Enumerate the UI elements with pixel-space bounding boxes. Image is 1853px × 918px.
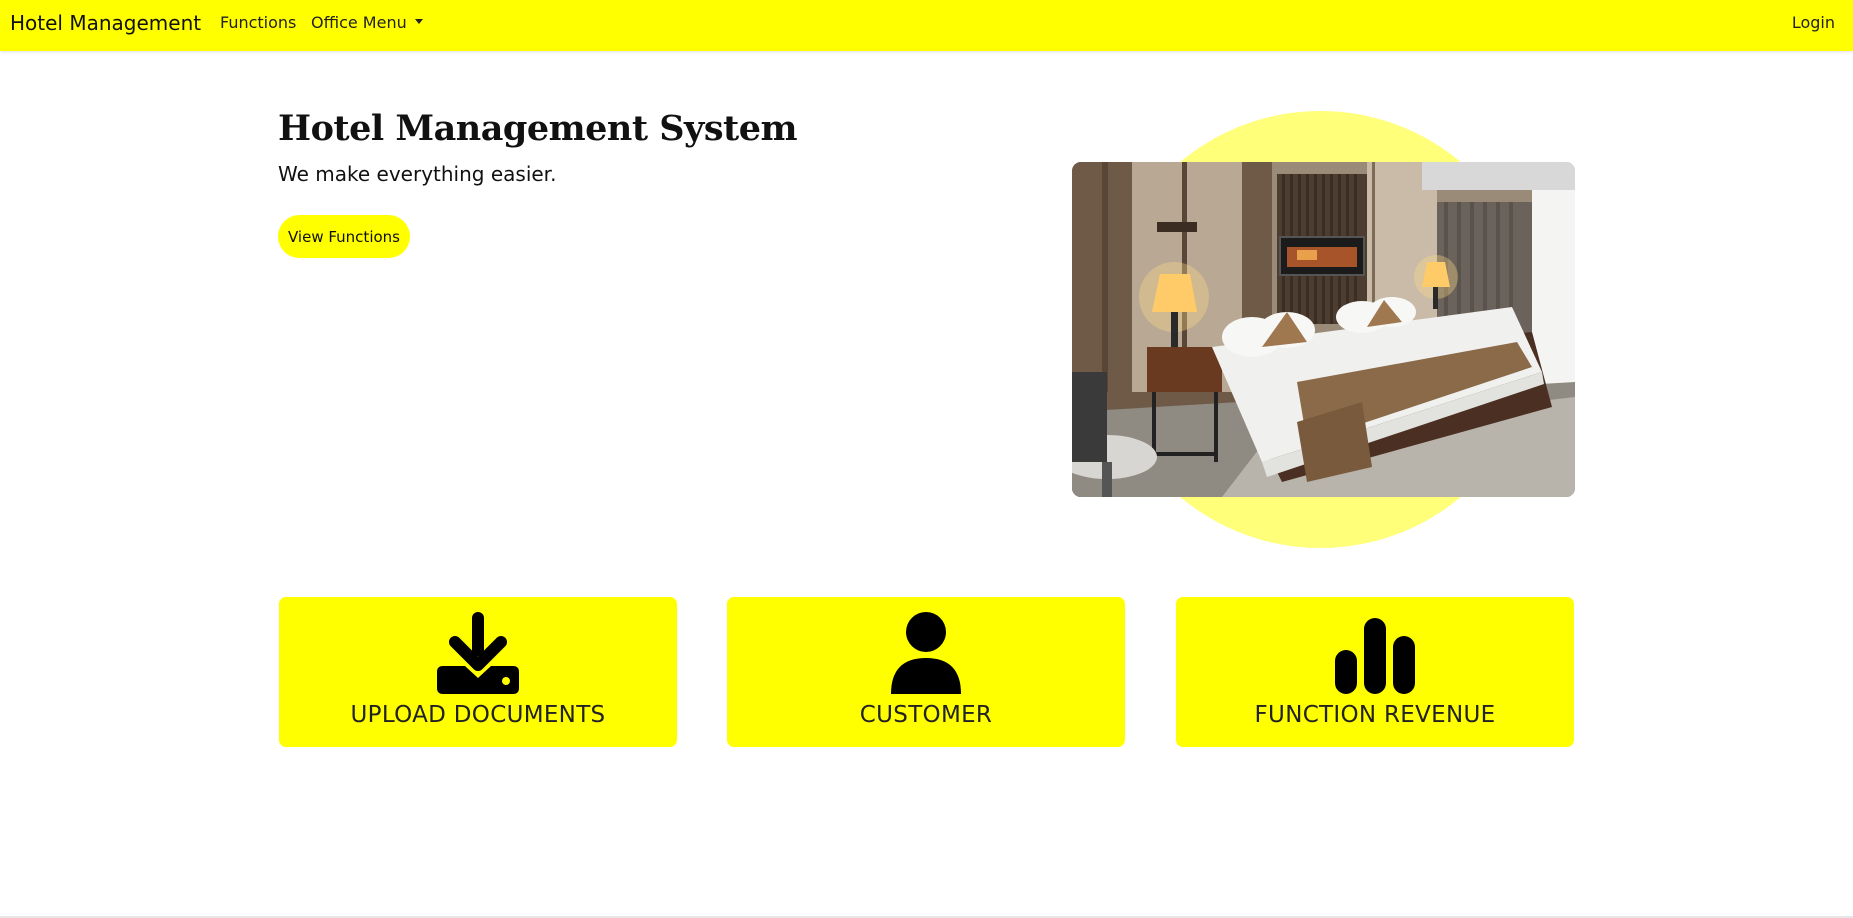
customer-card[interactable]: CUSTOMER [727,597,1125,747]
customer-label: CUSTOMER [859,702,993,728]
function-revenue-card[interactable]: FUNCTION REVENUE [1176,597,1574,747]
login-link[interactable]: Login [1792,0,1835,46]
nav-office-menu-dropdown[interactable]: Office Menu [311,0,423,46]
nav-functions-link[interactable]: Functions [220,0,296,46]
user-icon [881,612,971,696]
hero-subtitle: We make everything easier. [278,162,557,186]
hero-title: Hotel Management System [278,108,798,149]
upload-documents-card[interactable]: UPLOAD DOCUMENTS [279,597,677,747]
office-menu-label: Office Menu [311,13,407,32]
brand-link[interactable]: Hotel Management [10,0,201,46]
caret-down-icon [414,19,423,24]
download-icon [433,612,523,696]
function-revenue-label: FUNCTION REVENUE [1254,702,1496,728]
view-functions-button[interactable]: View Functions [278,215,410,258]
navbar: Hotel Management Functions Office Menu L… [0,0,1853,51]
bar-chart-icon [1330,612,1420,696]
hotel-room-image [1072,162,1575,497]
upload-documents-label: UPLOAD DOCUMENTS [350,702,606,728]
